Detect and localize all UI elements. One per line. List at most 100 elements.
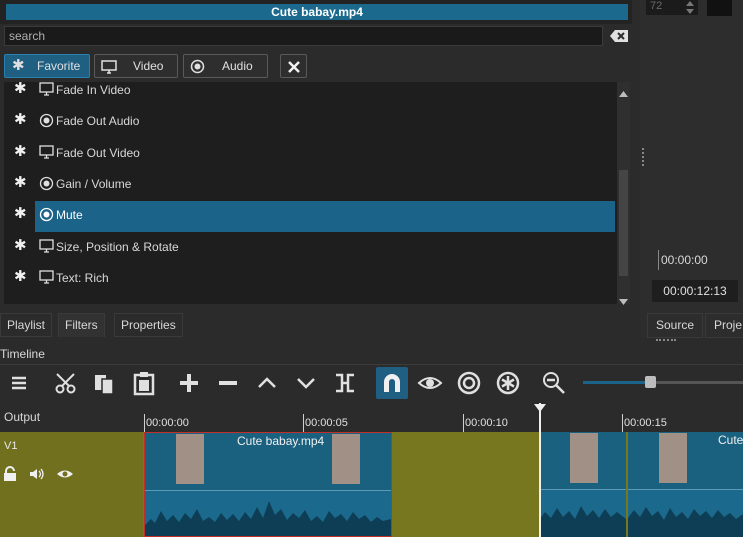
filter-item-label: Fade Out Video [56, 146, 140, 160]
track-name: V1 [4, 440, 18, 452]
speaker-icon [39, 113, 54, 128]
copy-icon[interactable] [92, 370, 118, 396]
overwrite-icon[interactable] [293, 370, 319, 396]
selection-highlight [35, 201, 615, 232]
clip-label: Cute [716, 433, 743, 447]
scroll-up-icon[interactable] [619, 86, 628, 100]
zoom-out-icon[interactable] [541, 370, 567, 396]
favorite-star-icon[interactable]: ✱ [14, 269, 27, 284]
clip-thumbnail [332, 434, 360, 484]
zoom-slider-handle[interactable] [645, 376, 656, 388]
clip-audio-waveform [539, 489, 626, 537]
scrollbar-thumb[interactable] [619, 170, 628, 276]
clip-thumbnail [176, 434, 204, 484]
splitter-handle[interactable] [642, 148, 644, 166]
ruler-tick [144, 414, 145, 432]
list-item[interactable]: ✱ Size, Position & Rotate [4, 232, 617, 263]
timeline-clip[interactable] [539, 432, 626, 537]
list-item[interactable]: ✱ Text: Rich [4, 263, 617, 294]
list-item[interactable]: ✱ Fade Out Audio [4, 106, 617, 137]
clip-audio-waveform [628, 489, 743, 537]
tab-project[interactable]: Proje [705, 313, 743, 338]
timeline-title: Timeline [0, 347, 45, 361]
monitor-icon [39, 145, 54, 159]
tab-video[interactable]: Video [94, 54, 178, 78]
tab-source[interactable]: Source [647, 313, 704, 338]
star-icon: ✱ [12, 57, 25, 74]
output-label: Output [4, 410, 41, 424]
spin-arrows-icon[interactable] [684, 0, 696, 18]
lift-icon[interactable] [254, 370, 280, 396]
ruler-label: 00:00:00 [146, 417, 189, 429]
magnet-icon[interactable] [379, 370, 405, 396]
audio-mute-icon[interactable] [29, 467, 45, 484]
favorite-star-icon[interactable]: ✱ [14, 82, 27, 96]
filter-item-label: Size, Position & Rotate [56, 240, 179, 254]
search-input[interactable]: search [4, 26, 603, 46]
filter-item-label: Gain / Volume [56, 177, 132, 191]
menu-icon[interactable] [6, 370, 32, 396]
monitor-icon [39, 239, 54, 253]
ruler-label: 00:00:15 [624, 417, 667, 429]
clip-label: Cute babay.mp4 [235, 434, 327, 448]
lock-icon[interactable] [3, 466, 17, 485]
append-icon[interactable] [176, 370, 202, 396]
clip-title: Cute babay.mp4 [6, 4, 628, 20]
playhead-marker-icon[interactable] [534, 401, 546, 412]
clip-thumbnail [659, 433, 687, 483]
tab-audio[interactable]: Audio [183, 54, 268, 78]
tab-playlist[interactable]: Playlist [0, 313, 53, 337]
clear-search-icon[interactable] [609, 28, 629, 44]
clip-audio-waveform [145, 490, 391, 536]
list-item[interactable]: ✱ Gain / Volume [4, 169, 617, 200]
track-header[interactable] [0, 432, 143, 537]
filter-item-label: Mute [56, 208, 83, 222]
ruler-tick [622, 414, 623, 432]
list-item-selected[interactable]: ✱ Mute [4, 200, 617, 232]
color-swatch[interactable] [707, 0, 732, 16]
duration-timecode: 00:00:12:13 [652, 280, 738, 302]
close-icon [287, 59, 301, 81]
speaker-icon [39, 176, 54, 191]
filter-item-label: Fade In Video [56, 83, 131, 97]
filter-list: ✱ Fade In Video ✱ Fade Out Audio ✱ Fade … [4, 82, 617, 304]
tab-favorite[interactable]: ✱ Favorite [4, 54, 90, 78]
list-item[interactable]: ✱ Fade In Video [4, 82, 617, 106]
tab-audio-label: Audio [222, 59, 253, 73]
close-filter-button[interactable] [280, 54, 307, 78]
ruler-tick [303, 414, 304, 432]
zoom-slider-rest [652, 381, 743, 384]
split-icon[interactable] [332, 370, 358, 396]
remove-icon[interactable] [215, 370, 241, 396]
list-item[interactable]: ✱ Fade Out Video [4, 138, 617, 169]
favorite-star-icon[interactable]: ✱ [14, 238, 27, 253]
ripple-all-icon[interactable] [495, 370, 521, 396]
speaker-icon [39, 207, 54, 222]
tab-favorite-label: Favorite [37, 59, 81, 73]
cut-icon[interactable] [53, 370, 79, 396]
paste-icon[interactable] [131, 370, 157, 396]
favorite-star-icon[interactable]: ✱ [14, 206, 27, 221]
splitter-handle[interactable] [656, 339, 676, 341]
ripple-icon[interactable] [456, 370, 482, 396]
monitor-icon [39, 270, 54, 284]
monitor-icon [39, 82, 54, 96]
scrub-eye-icon[interactable] [417, 370, 443, 396]
favorite-star-icon[interactable]: ✱ [14, 144, 27, 159]
favorite-star-icon[interactable]: ✱ [14, 175, 27, 190]
scroll-down-icon[interactable] [619, 294, 628, 308]
eye-icon[interactable] [56, 467, 74, 484]
timeline-clip-selected[interactable]: Cute babay.mp4 [144, 432, 392, 537]
timeline-clip[interactable]: Cute [628, 432, 743, 537]
tab-properties[interactable]: Properties [114, 313, 183, 337]
playhead[interactable] [539, 403, 541, 537]
speaker-icon [190, 59, 205, 81]
ruler-label: 00:00:10 [465, 417, 508, 429]
favorite-star-icon[interactable]: ✱ [14, 112, 27, 127]
position-timecode[interactable]: 00:00:00 [658, 250, 743, 270]
tab-video-label: Video [133, 59, 164, 73]
filter-item-label: Fade Out Audio [56, 114, 140, 128]
tab-filters[interactable]: Filters [58, 313, 105, 337]
filter-item-label: Text: Rich [56, 271, 109, 285]
monitor-icon [101, 59, 117, 81]
